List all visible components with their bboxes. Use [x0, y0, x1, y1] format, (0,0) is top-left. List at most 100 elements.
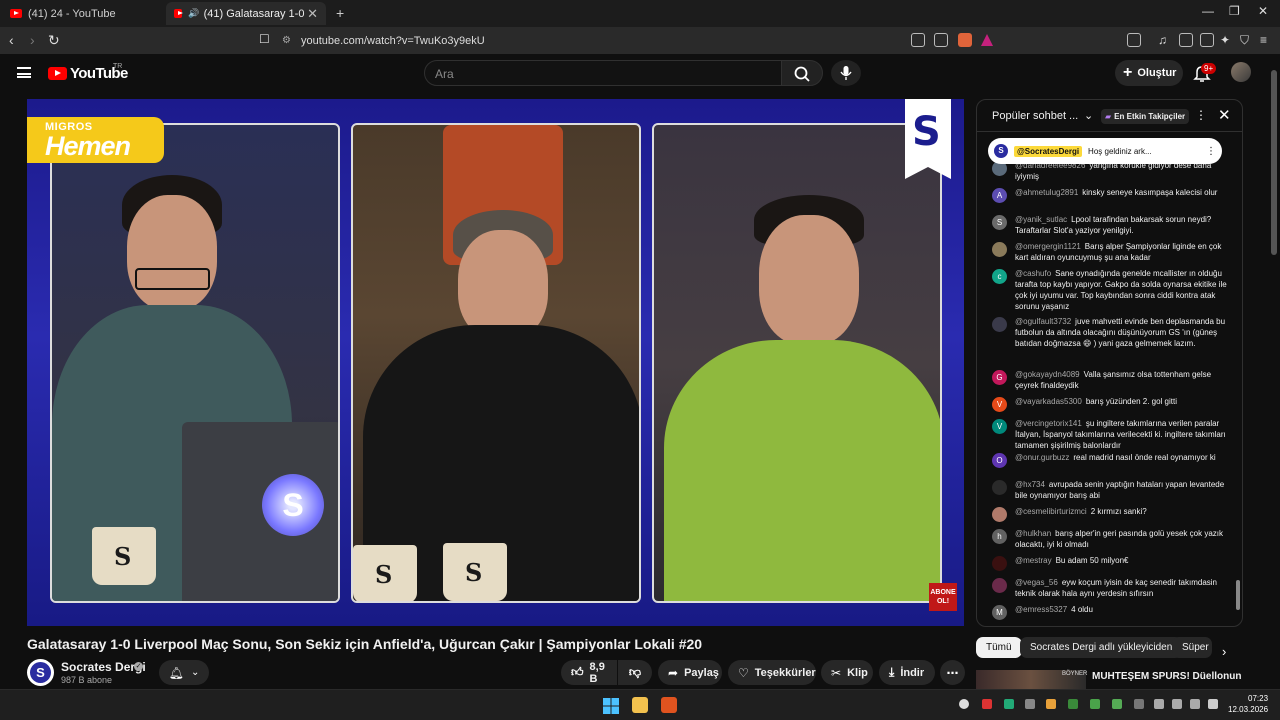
chat-author-avatar[interactable] [992, 507, 1007, 522]
user-avatar[interactable] [1231, 62, 1251, 82]
browser-tab-1[interactable]: (41) 24 - YouTube [2, 2, 162, 25]
top-supporters-chip[interactable]: ▰ En Etkin Takipçiler [1101, 109, 1190, 124]
chat-message[interactable]: O @onur.gurbuzz real madrid nasıl önde rea… [992, 452, 1228, 468]
more-vertical-icon[interactable]: ⋮ [1206, 146, 1216, 157]
chat-message[interactable]: @vegas_56 eyw koçum iyisin de kaç senedir… [992, 577, 1228, 599]
chat-author-name[interactable]: @ogulfault3732 [1015, 317, 1071, 326]
chat-author-name[interactable]: @cesmelibirturizmci [1015, 507, 1087, 516]
chevron-right-icon[interactable]: › [1222, 644, 1226, 659]
chat-author-name[interactable]: @cashufo [1015, 269, 1051, 278]
chat-author-avatar[interactable] [992, 578, 1007, 593]
back-icon[interactable]: ‹ [9, 32, 14, 48]
chat-author-name[interactable]: @hulkhan [1015, 529, 1051, 538]
voice-search-button[interactable] [831, 60, 861, 86]
share-button[interactable]: ➦ Paylaş [658, 660, 722, 685]
chat-message[interactable]: G @gokayaydn4089 Valla şansımız olsa totte… [992, 369, 1228, 391]
tray-icon[interactable] [959, 699, 969, 709]
chat-author-name[interactable]: @gokayaydn4089 [1015, 370, 1080, 379]
youtube-logo-icon[interactable] [48, 67, 67, 80]
reload-icon[interactable]: ↻ [48, 32, 60, 49]
chat-author-avatar[interactable]: S [992, 215, 1007, 230]
url-text[interactable]: youtube.com/watch?v=TwuKo3y9ekU [301, 35, 485, 47]
more-actions-button[interactable]: ⋯ [940, 660, 965, 685]
chat-author-avatar[interactable] [992, 556, 1007, 571]
chat-message[interactable]: V @vercingetorix141 şu ingiltere takımları… [992, 418, 1228, 451]
channel-name[interactable]: Socrates Dergi [61, 660, 146, 674]
chat-author-name[interactable]: @omergergin1121 [1015, 242, 1081, 251]
page-scrollbar[interactable] [1271, 70, 1277, 255]
system-clock[interactable]: 07:23 12.03.2026 [1228, 693, 1268, 715]
chat-author-name[interactable]: @mestray [1015, 556, 1052, 565]
chevron-down-icon[interactable]: ⌄ [1084, 109, 1093, 122]
chat-author-name[interactable]: @ahmetulug2891 [1015, 188, 1078, 197]
tray-icon[interactable] [1025, 699, 1035, 709]
chip-all[interactable]: Tümü [976, 637, 1022, 658]
volume-icon[interactable] [1172, 699, 1182, 709]
plus-icon[interactable]: + [336, 5, 344, 21]
chat-message[interactable]: @omergergin1121 Barış alper Şampiyonlar l… [992, 241, 1228, 263]
chat-message[interactable]: A @ahmetulug2891 kinsky seneye kasımpaşa k… [992, 187, 1228, 203]
menu-icon[interactable]: ≡ [1260, 33, 1274, 47]
chat-author-name[interactable]: @onur.gurbuzz [1015, 453, 1069, 462]
pinned-message[interactable]: S @SocratesDergi Hoş geldiniz ark... ⋮ [988, 138, 1222, 164]
chat-message[interactable]: M @emress5327 4 oldu [992, 604, 1228, 620]
cast-icon[interactable] [911, 33, 925, 47]
channel-avatar[interactable]: S [27, 659, 54, 686]
chat-message[interactable]: V @vayarkadas5300 barış yüzünden 2. gol gi… [992, 396, 1228, 412]
bookmark-icon[interactable]: ☐ [259, 32, 270, 46]
leo-ai-icon[interactable]: ✦ [1220, 33, 1234, 47]
close-window-icon[interactable]: ✕ [1258, 4, 1268, 18]
chat-author-name[interactable]: @emress5327 [1015, 605, 1067, 614]
brave-rewards-icon[interactable] [980, 33, 994, 47]
battery-icon[interactable] [1190, 699, 1200, 709]
chat-author-name[interactable]: @vercingetorix141 [1015, 419, 1082, 428]
chat-author-name[interactable]: @vayarkadas5300 [1015, 397, 1082, 406]
chat-author-avatar[interactable]: G [992, 370, 1007, 385]
hamburger-menu-icon[interactable] [17, 67, 31, 78]
chat-author-avatar[interactable]: O [992, 453, 1007, 468]
chat-message[interactable]: c @cashufo Sane oynadığında genelde mcalli… [992, 268, 1228, 312]
file-explorer-icon[interactable] [632, 697, 648, 713]
minimize-icon[interactable]: — [1202, 4, 1214, 18]
close-tab-icon[interactable]: ✕ [307, 6, 318, 22]
search-input[interactable]: Ara [424, 60, 782, 86]
brave-shield-icon[interactable] [958, 33, 972, 47]
wifi-icon[interactable] [1154, 699, 1164, 709]
tray-icon[interactable] [1004, 699, 1014, 709]
tray-icon[interactable] [1112, 699, 1122, 709]
tray-icon[interactable] [1068, 699, 1078, 709]
site-info-icon[interactable]: ⚙ [282, 35, 291, 46]
windows-start-icon[interactable] [603, 698, 619, 714]
tray-icon[interactable] [1208, 699, 1218, 709]
search-button[interactable] [781, 60, 823, 86]
forward-icon[interactable]: › [30, 32, 35, 48]
sidebar-toggle-icon[interactable] [1179, 33, 1193, 47]
like-button[interactable]: 👍︎ 8,9 B [561, 660, 617, 685]
tray-icon[interactable] [982, 699, 992, 709]
chat-author-avatar[interactable]: V [992, 419, 1007, 434]
recommendation-title[interactable]: MUHTEŞEM SPURS! Düellonun [1092, 671, 1241, 682]
chat-author-avatar[interactable] [992, 242, 1007, 257]
dislike-button[interactable]: 👎︎ [618, 660, 652, 685]
chip-super[interactable]: Süper [1172, 637, 1212, 658]
tray-icon[interactable] [1046, 699, 1056, 709]
chat-message[interactable]: S @yanik_sutlac Lpool tarafindan bakarsak … [992, 214, 1228, 236]
vpn-shield-icon[interactable]: ⛉ [1240, 33, 1254, 47]
close-icon[interactable]: ✕ [1218, 106, 1231, 124]
chip-uploader[interactable]: Socrates Dergi adlı yükleyiciden [1020, 637, 1183, 658]
chat-author-avatar[interactable]: M [992, 605, 1007, 620]
chat-author-avatar[interactable] [992, 480, 1007, 495]
thanks-button[interactable]: ♡ Teşekkürler [728, 660, 816, 685]
chat-author-name[interactable]: @vegas_56 [1015, 578, 1058, 587]
music-icon[interactable]: ♫ [1158, 33, 1172, 47]
create-button[interactable]: + Oluştur [1115, 60, 1183, 86]
brave-browser-icon[interactable] [661, 697, 677, 713]
chat-author-avatar[interactable]: h [992, 529, 1007, 544]
chat-mode-title[interactable]: Popüler sohbet ... [992, 110, 1078, 122]
chat-author-name[interactable]: @yanik_sutlac [1015, 215, 1067, 224]
chat-message[interactable]: @hx734 avrupada senin yaptığın hataları y… [992, 479, 1228, 501]
browser-tab-2[interactable]: 🔊 (41) Galatasaray 1-0 Liverpool ✕ [166, 2, 326, 25]
chat-author-avatar[interactable]: V [992, 397, 1007, 412]
maximize-icon[interactable]: ❐ [1229, 4, 1240, 18]
more-vertical-icon[interactable]: ⋮ [1195, 108, 1207, 122]
